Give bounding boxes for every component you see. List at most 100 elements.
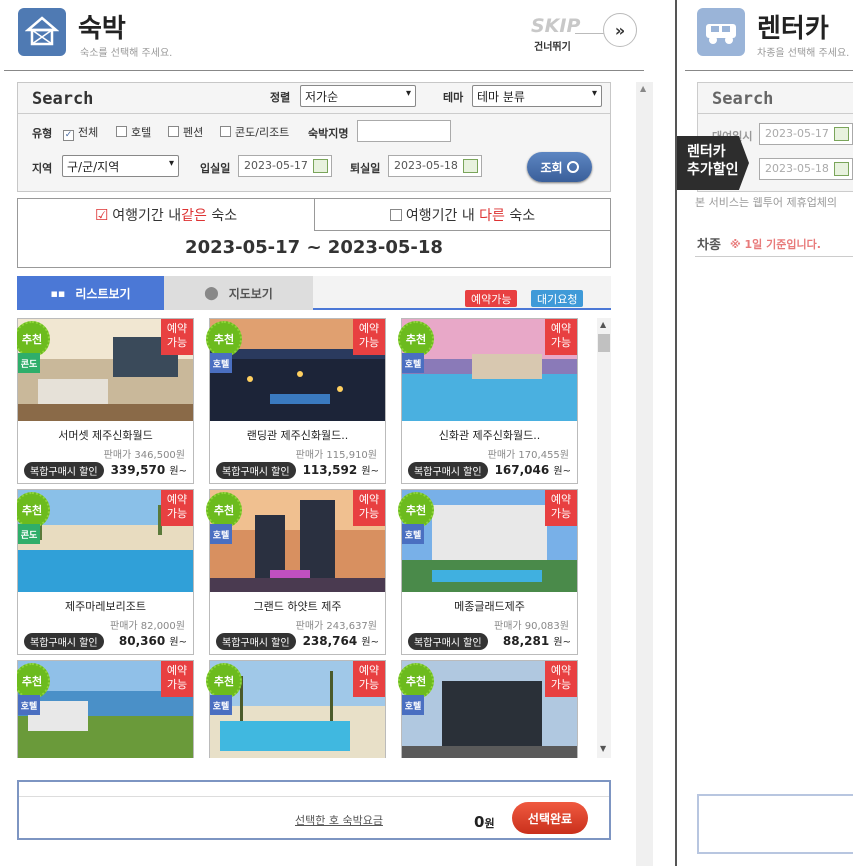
list-price: 판매가 346,500원 (103, 450, 185, 461)
availability-line2: 가능 (358, 678, 380, 691)
availability-line1: 예약 (166, 322, 188, 335)
scroll-down-icon[interactable]: ▼ (600, 744, 606, 753)
region-select[interactable]: 구/군/지역 ▾ (62, 155, 179, 177)
hotel-name[interactable]: 신화관 제주신화월드.. (402, 427, 577, 443)
chevron-down-icon: ▾ (591, 88, 597, 99)
hotel-card[interactable]: 추천 호텔 예약 가능 (206, 660, 386, 758)
tab-map-label: 지도보기 (228, 286, 273, 301)
availability-line2: 가능 (166, 507, 188, 520)
final-price-unit: 원~ (361, 466, 379, 477)
scroll-up-icon[interactable]: ▲ (640, 84, 646, 93)
calendar-icon[interactable] (834, 162, 849, 176)
final-price: 167,046 원~ (495, 462, 571, 477)
diff-period-em: 다른 (479, 207, 505, 224)
availability-badge: 예약 가능 (161, 661, 193, 697)
sort-select[interactable]: 저가순 ▾ (300, 85, 416, 107)
hotel-card[interactable]: 추천 호텔 예약 가능 (398, 660, 578, 758)
bundle-discount-badge: 복합구매시 할인 (24, 633, 104, 650)
checkin-input[interactable]: 2023-05-17 (238, 155, 332, 177)
return-date-input[interactable]: 2023-05-18 (759, 158, 853, 180)
hotel-name[interactable]: 서머셋 제주신화월드 (18, 427, 193, 443)
rental-search-divider (698, 113, 853, 114)
checkin-value: 2023-05-17 (244, 159, 308, 172)
type-all-label: 전체 (78, 126, 99, 139)
page-scrollbar[interactable]: ▲ (636, 82, 653, 866)
total-amount-value: 0 (474, 813, 485, 831)
calendar-icon[interactable] (463, 159, 478, 173)
same-period-prefix: 여행기간 내 (112, 208, 182, 224)
availability-line2: 가능 (550, 336, 572, 349)
type-badge: 호텔 (210, 524, 232, 544)
ribbon-line1: 렌터카 (687, 144, 726, 160)
rental-panel: 렌터카 차종을 선택해 주세요. Search 대여일시 2023-05-17 … (675, 0, 853, 866)
recommended-badge: 추천 (206, 492, 242, 528)
hotel-card[interactable]: 추천 콘도 예약 가능 서머셋 제주신화월드 판매가 346,500원 복합구매시 할인 33… (17, 318, 194, 484)
search-icon (566, 161, 579, 173)
rental-car-icon (697, 8, 745, 56)
hotel-card[interactable]: 추천 호텔 예약 가능 (17, 660, 194, 758)
hotel-name[interactable]: 메종글래드제주 (402, 598, 577, 614)
lodging-panel: 숙박 숙소를 선택해 주세요. SKIP 건너뛰기 » Search 정렬 저가… (0, 0, 660, 866)
hotel-name[interactable]: 그랜드 하얏트 제주 (210, 598, 385, 614)
hotel-name[interactable]: 제주마레보리조트 (18, 598, 193, 614)
lodging-house-icon (18, 8, 66, 56)
final-price: 339,570 원~ (111, 462, 187, 477)
type-badge: 호텔 (402, 353, 424, 373)
hotel-card[interactable]: 추천 호텔 예약 가능 메종글래드제주 판매가 90,083원 복합구매시 할인 88,281… (398, 489, 578, 655)
recommended-badge: 추천 (398, 663, 434, 699)
scroll-up-icon[interactable]: ▲ (600, 320, 606, 329)
sort-select-value: 저가순 (305, 90, 339, 104)
tab-list-view[interactable]: ▪▪ 리스트보기 (17, 276, 164, 310)
final-price-unit: 원~ (169, 466, 187, 477)
badge-waiting: 대기요청 (531, 290, 584, 307)
availability-badge: 예약 가능 (161, 490, 193, 526)
type-checkbox-pension[interactable]: 펜션 (168, 124, 203, 140)
tab-map-view[interactable]: ⬤ 지도보기 (164, 276, 313, 310)
select-complete-button[interactable]: 선택완료 (512, 802, 588, 834)
hotel-card[interactable]: 추천 호텔 예약 가능 그랜드 하얏트 제주 판매가 243,637원 복합구매시 할인 23… (206, 489, 386, 655)
skip-label: SKIP (531, 15, 581, 37)
type-badge: 콘도 (18, 524, 40, 544)
hotel-card[interactable]: 추천 호텔 예약 가능 랜딩관 제주신화월드.. 판매가 115,910원 복합구매시 할인… (206, 318, 386, 484)
tab-same-period[interactable]: ☑ 여행기간 내 같은 숙소 (18, 199, 314, 231)
final-price: 238,764 원~ (303, 633, 379, 648)
theme-label: 테마 (443, 91, 464, 104)
grid-scrollbar[interactable]: ▲ ▼ (597, 318, 611, 758)
region-select-value: 구/군/지역 (67, 160, 120, 174)
grid-icon: ▪▪ (50, 286, 66, 300)
list-price: 판매가 115,910원 (295, 450, 377, 461)
final-price: 113,592 원~ (303, 462, 379, 477)
scroll-thumb[interactable] (598, 334, 610, 352)
availability-line1: 예약 (166, 493, 188, 506)
final-price-unit: 원~ (361, 637, 379, 648)
type-checkbox-all[interactable]: ✓ 전체 (63, 124, 98, 141)
rental-footer (697, 794, 853, 854)
hotel-card[interactable]: 추천 호텔 예약 가능 신화관 제주신화월드.. 판매가 170,455원 복합구매시 할인… (398, 318, 578, 484)
skip-button[interactable]: » (603, 13, 637, 47)
search-button[interactable]: 조회 (527, 152, 592, 182)
name-input[interactable] (357, 120, 451, 142)
calendar-icon[interactable] (834, 127, 849, 141)
tab-diff-period[interactable]: 여행기간 내 다른 숙소 (314, 199, 610, 231)
checkout-input[interactable]: 2023-05-18 (388, 155, 482, 177)
region-label: 지역 (32, 162, 53, 175)
final-price-unit: 원~ (169, 637, 187, 648)
type-checkbox-hotel[interactable]: 호텔 (116, 124, 151, 140)
lodging-subtitle: 숙소를 선택해 주세요. (80, 48, 173, 59)
rent-date-input[interactable]: 2023-05-17 (759, 123, 853, 145)
checkout-value: 2023-05-18 (394, 159, 458, 172)
recommended-badge: 추천 (206, 321, 242, 357)
hotel-name[interactable]: 랜딩관 제주신화월드.. (210, 427, 385, 443)
calendar-icon[interactable] (313, 159, 328, 173)
hotel-card[interactable]: 추천 콘도 예약 가능 제주마레보리조트 판매가 82,000원 복합구매시 할인 80,36… (17, 489, 194, 655)
selected-fee-link[interactable]: 선택한 호 숙박요금 (295, 812, 383, 828)
availability-line2: 가능 (358, 336, 380, 349)
rental-title: 렌터카 (757, 14, 829, 44)
final-price-value: 88,281 (502, 634, 550, 648)
search-heading: Search (32, 89, 94, 109)
availability-line1: 예약 (550, 493, 572, 506)
rental-notice: 본 서비스는 웹투어 제휴업체의 (695, 196, 838, 209)
type-checkbox-condo[interactable]: 콘도/리조트 (220, 124, 289, 140)
theme-select[interactable]: 테마 분류 ▾ (472, 85, 602, 107)
type-hotel-label: 호텔 (131, 126, 152, 139)
